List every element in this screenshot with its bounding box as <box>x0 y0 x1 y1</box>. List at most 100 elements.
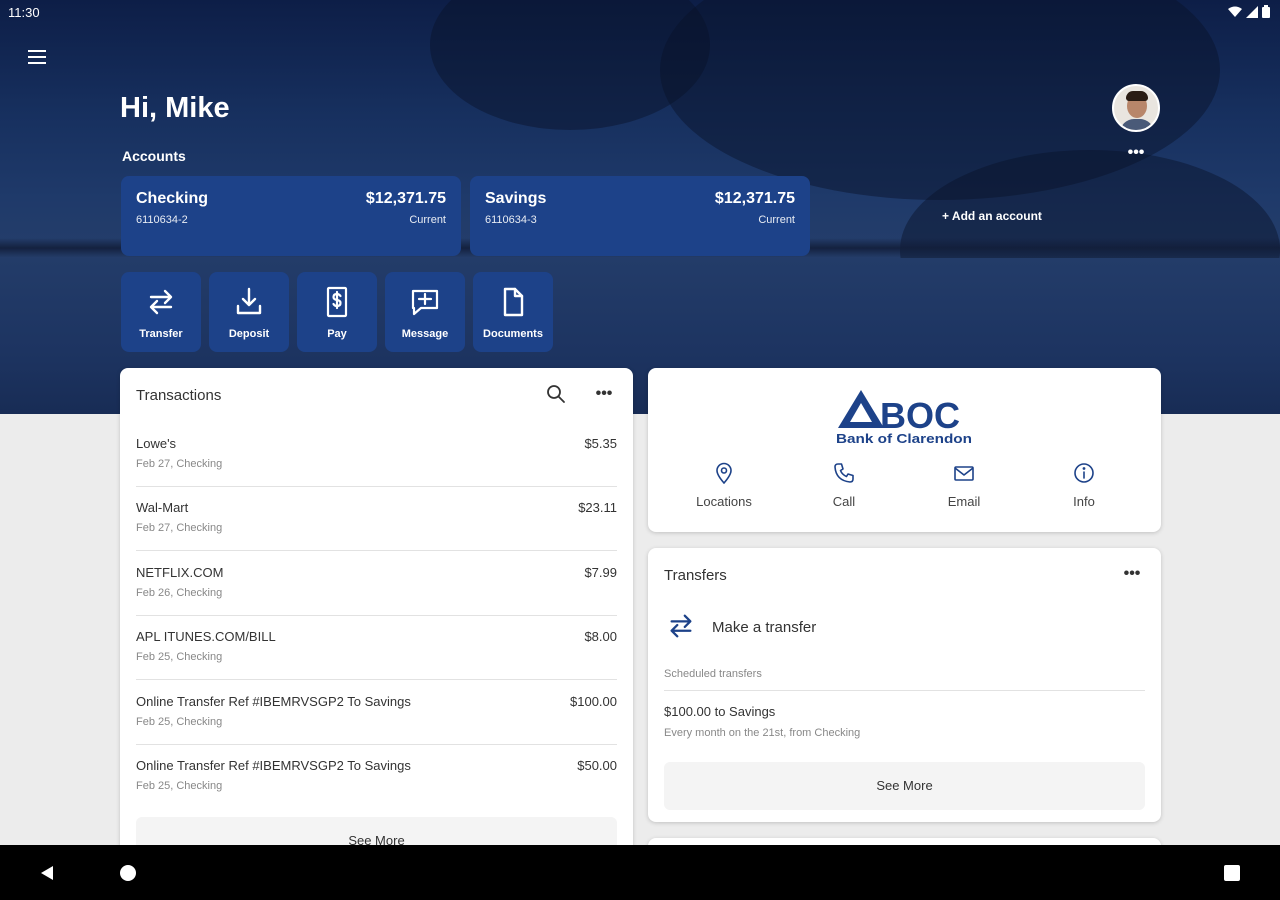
bank-logo: BOC Bank of Clarendon <box>834 386 976 446</box>
status-bar: 11:30 <box>0 0 1280 26</box>
greeting-title: Hi, Mike <box>120 92 230 124</box>
email-icon <box>954 466 974 481</box>
action-label: Message <box>401 328 449 340</box>
transfer-button[interactable]: Transfer <box>121 272 201 352</box>
transaction-detail: Feb 27, Checking <box>136 522 223 534</box>
transaction-row[interactable]: Online Transfer Ref #IBEMRVSGP2 To Savin… <box>136 745 617 809</box>
menu-line <box>28 50 46 52</box>
bank-logo-mark: BOC Bank of Clarendon <box>836 390 972 446</box>
action-label: Deposit <box>228 328 270 340</box>
message-icon <box>411 289 439 316</box>
system-navigation-bar <box>0 845 1280 900</box>
transaction-row[interactable]: Online Transfer Ref #IBEMRVSGP2 To Savin… <box>136 681 617 745</box>
add-account-link[interactable]: + Add an account <box>942 209 1042 223</box>
avatar-hair <box>1126 91 1148 101</box>
make-transfer-button[interactable]: Make a transfer <box>664 608 964 644</box>
transaction-description: NETFLIX.COM <box>136 565 224 580</box>
back-icon[interactable] <box>38 863 58 883</box>
transaction-detail: Feb 25, Checking <box>136 651 223 663</box>
hamburger-menu-icon[interactable] <box>24 44 50 70</box>
menu-line <box>28 56 46 58</box>
transaction-amount: $50.00 <box>577 758 617 773</box>
make-transfer-label: Make a transfer <box>712 619 817 636</box>
transfers-more-icon[interactable]: ••• <box>1120 562 1144 586</box>
info-button[interactable]: Info <box>1034 462 1134 516</box>
home-icon[interactable] <box>120 865 136 881</box>
message-button[interactable]: Message <box>385 272 465 352</box>
transactions-card: Transactions ••• Lowe's Feb 27, Checking… <box>120 368 633 868</box>
transaction-description: Lowe's <box>136 436 177 451</box>
bank-info-card: BOC Bank of Clarendon Locations Call Ema… <box>648 368 1161 532</box>
email-button[interactable]: Email <box>914 462 1014 516</box>
bank-action-label: Call <box>832 494 856 509</box>
transaction-detail: Feb 25, Checking <box>136 780 223 792</box>
transaction-row[interactable]: APL ITUNES.COM/BILL Feb 25, Checking $8.… <box>136 616 617 680</box>
transfers-card: Transfers ••• Make a transfer Scheduled … <box>648 548 1161 822</box>
transaction-detail: Feb 25, Checking <box>136 716 223 728</box>
account-name: Checking <box>136 190 209 207</box>
transactions-more-icon[interactable]: ••• <box>592 382 616 406</box>
transaction-row[interactable]: Lowe's Feb 27, Checking $5.35 <box>136 423 617 487</box>
transaction-amount: $23.11 <box>578 500 617 515</box>
bank-logo-subtext: Bank of Clarendon <box>836 431 972 446</box>
transfer-icon <box>670 614 692 638</box>
transaction-amount: $7.99 <box>584 565 617 580</box>
transaction-amount: $8.00 <box>584 629 617 644</box>
call-button[interactable]: Call <box>794 462 894 516</box>
action-label: Pay <box>327 328 347 340</box>
profile-more-icon[interactable]: ••• <box>1124 145 1148 162</box>
action-label: Documents <box>483 328 543 340</box>
account-card-checking[interactable]: Checking 6110634-2 $12,371.75 Current <box>121 176 461 256</box>
bank-action-label: Email <box>947 494 981 509</box>
recent-apps-icon[interactable] <box>1224 865 1240 881</box>
transaction-row[interactable]: NETFLIX.COM Feb 26, Checking $7.99 <box>136 552 617 616</box>
signal-icon <box>1246 5 1258 18</box>
divider <box>664 690 1145 691</box>
transaction-description: Wal-Mart <box>136 500 189 515</box>
transaction-description: Online Transfer Ref #IBEMRVSGP2 To Savin… <box>136 758 411 773</box>
transactions-title: Transactions <box>136 387 222 404</box>
transaction-amount: $100.00 <box>570 694 617 709</box>
documents-icon <box>503 287 524 317</box>
scheduled-transfer-detail: Every month on the 21st, from Checking <box>664 727 861 739</box>
status-time: 11:30 <box>8 5 40 20</box>
wifi-icon <box>1228 6 1242 17</box>
transfers-title: Transfers <box>664 567 727 584</box>
account-balance: $12,371.75 <box>365 190 446 207</box>
transfers-see-more-button[interactable]: See More <box>664 762 1145 810</box>
pay-button[interactable]: Pay <box>297 272 377 352</box>
transfer-icon <box>149 289 173 315</box>
transaction-detail: Feb 27, Checking <box>136 458 223 470</box>
pay-icon <box>326 286 348 318</box>
documents-button[interactable]: Documents <box>473 272 553 352</box>
transaction-detail: Feb 26, Checking <box>136 587 223 599</box>
account-number: 6110634-2 <box>136 214 188 226</box>
transaction-description: APL ITUNES.COM/BILL <box>136 629 276 644</box>
user-avatar[interactable] <box>1112 84 1160 132</box>
status-icons <box>1228 5 1270 18</box>
transaction-row[interactable]: Wal-Mart Feb 27, Checking $23.11 <box>136 487 617 551</box>
action-label: Transfer <box>139 328 183 340</box>
accounts-label: Accounts <box>122 148 186 164</box>
deposit-icon <box>236 287 262 315</box>
scheduled-transfer-item[interactable]: $100.00 to Savings Every month on the 21… <box>664 704 1145 744</box>
account-balance-type: Current <box>758 214 795 226</box>
battery-icon <box>1262 5 1270 18</box>
bank-logo-text: BOC <box>880 395 960 436</box>
transaction-description: Online Transfer Ref #IBEMRVSGP2 To Savin… <box>136 694 411 709</box>
deposit-button[interactable]: Deposit <box>209 272 289 352</box>
transaction-amount: $5.35 <box>584 436 617 451</box>
locations-button[interactable]: Locations <box>674 462 774 516</box>
account-name: Savings <box>485 190 547 207</box>
info-icon <box>1074 463 1094 483</box>
scheduled-transfer-title: $100.00 to Savings <box>664 704 776 719</box>
menu-line <box>28 62 46 64</box>
location-pin-icon <box>716 462 732 484</box>
search-icon[interactable] <box>544 382 568 406</box>
phone-icon <box>834 463 854 483</box>
account-number: 6110634-3 <box>485 214 537 226</box>
bank-action-label: Locations <box>696 494 752 509</box>
scheduled-transfers-label: Scheduled transfers <box>664 668 762 680</box>
account-balance: $12,371.75 <box>714 190 795 207</box>
account-card-savings[interactable]: Savings 6110634-3 $12,371.75 Current <box>470 176 810 256</box>
